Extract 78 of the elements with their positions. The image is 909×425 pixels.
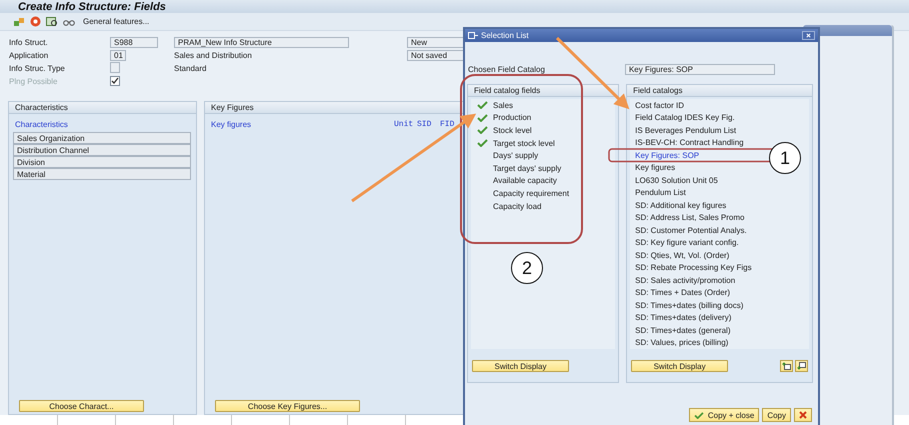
catalog-item[interactable]: Pendulum List — [630, 188, 686, 198]
search-icon[interactable] — [46, 16, 58, 26]
catalog-item[interactable]: SD: Times+dates (general) — [630, 326, 730, 335]
planning-label: Plng Possible — [9, 77, 58, 86]
panel-header: Field catalog fields — [468, 85, 618, 97]
switch-display-button[interactable]: Switch Display — [472, 360, 569, 372]
characteristic-row[interactable]: Division — [13, 156, 191, 168]
catalog-item[interactable]: SD: Sales activity/promotion — [630, 276, 736, 285]
field-item[interactable]: Capacity requirement — [493, 188, 570, 198]
code-field[interactable] — [110, 62, 120, 73]
code-field[interactable]: 01 — [110, 50, 126, 61]
column-heading: Characteristics — [15, 120, 68, 129]
field-label: Chosen Field Catalog — [468, 64, 545, 74]
characteristic-row[interactable]: Sales Organization — [13, 132, 191, 144]
description-text: Sales and Distribution — [174, 51, 252, 60]
field-item[interactable]: Days' supply — [493, 151, 538, 160]
characteristic-row[interactable]: Distribution Channel — [13, 144, 191, 156]
description-text: Standard — [174, 64, 206, 73]
check-icon — [476, 101, 488, 110]
catalog-item[interactable]: Key Figures: SOP — [630, 150, 700, 160]
tools-icon[interactable] — [13, 16, 25, 26]
catalog-item[interactable]: SD: Times + Dates (Order) — [630, 288, 730, 298]
catalog-item[interactable]: Cost factor ID — [630, 100, 684, 110]
description-field[interactable]: PRAM_New Info Structure — [174, 37, 349, 48]
glasses-icon[interactable] — [63, 18, 75, 26]
check-icon — [476, 126, 488, 134]
window-title: Create Info Structure: Fields — [18, 0, 166, 12]
catalog-item[interactable]: Key figures — [630, 163, 676, 172]
close-button[interactable] — [802, 31, 815, 40]
panel-header: Characteristics — [9, 102, 196, 114]
choose-characteristics-button[interactable]: Choose Charact... — [19, 400, 144, 412]
catalog-item[interactable]: SD: Additional key figures — [630, 200, 726, 210]
field-item[interactable]: Available capacity — [493, 176, 557, 186]
column-heading: Unit — [394, 120, 414, 129]
catalog-item[interactable]: SD: Values, prices (billing) — [630, 338, 728, 348]
copy-close-button[interactable]: Copy + close — [688, 408, 760, 422]
catalog-item[interactable]: LO630 Solution Unit 05 — [630, 176, 718, 185]
catalog-item[interactable]: SD: Times+dates (billing docs) — [630, 300, 744, 310]
switch-display-button[interactable]: Switch Display — [631, 360, 728, 372]
cancel-button[interactable] — [794, 408, 812, 422]
page-down-button[interactable] — [795, 360, 808, 372]
check-icon — [476, 114, 488, 122]
catalog-item[interactable]: SD: Rebate Processing Key Figs — [630, 263, 752, 272]
field-label: Application — [9, 51, 50, 60]
field-item[interactable]: Target stock level — [493, 138, 555, 148]
page-up-button[interactable] — [780, 360, 793, 372]
dialog-title: Selection List — [481, 31, 530, 40]
column-heading: Key figures — [211, 120, 252, 129]
check-icon — [694, 412, 704, 418]
chosen-catalog-field[interactable]: Key Figures: SOP — [624, 64, 775, 74]
code-field[interactable]: S988 — [110, 37, 158, 48]
check-icon — [476, 139, 488, 148]
column-heading: FID — [440, 120, 456, 129]
field-label: Info Struct. — [9, 38, 49, 47]
field-label: Info Struc. Type — [9, 64, 66, 73]
panel-header: Field catalogs — [627, 85, 812, 97]
general-features-button[interactable]: General features... — [83, 17, 150, 26]
catalog-item[interactable]: SD: Address List, Sales Promo — [630, 213, 744, 222]
field-item[interactable]: Target days' supply — [493, 164, 562, 173]
field-item[interactable]: Capacity load — [493, 202, 542, 211]
close-icon — [806, 33, 811, 38]
catalog-item[interactable]: SD: Key figure variant config. — [630, 238, 739, 248]
catalog-item[interactable]: Field Catalog IDES Key Fig. — [630, 113, 735, 122]
window-icon — [468, 32, 478, 39]
lifebuoy-icon[interactable] — [30, 16, 41, 27]
catalog-item[interactable]: IS Beverages Pendulum List — [630, 126, 736, 135]
column-heading: SID — [417, 120, 432, 129]
catalog-item[interactable]: SD: Times+dates (delivery) — [630, 313, 732, 322]
choose-key-figures-button[interactable]: Choose Key Figures... — [215, 400, 360, 412]
characteristic-row[interactable]: Material — [13, 168, 191, 180]
field-item[interactable]: Production — [493, 113, 532, 122]
catalog-item[interactable]: SD: Customer Potential Analys. — [630, 226, 747, 235]
catalog-item[interactable]: IS-BEV-CH: Contract Handling — [630, 138, 744, 148]
field-item[interactable]: Sales — [493, 100, 514, 110]
catalog-item[interactable]: SD: Qties, Wt, Vol. (Order) — [630, 250, 730, 260]
field-item[interactable]: Stock level — [493, 126, 532, 135]
close-icon — [799, 411, 807, 419]
copy-button[interactable]: Copy — [762, 408, 791, 422]
